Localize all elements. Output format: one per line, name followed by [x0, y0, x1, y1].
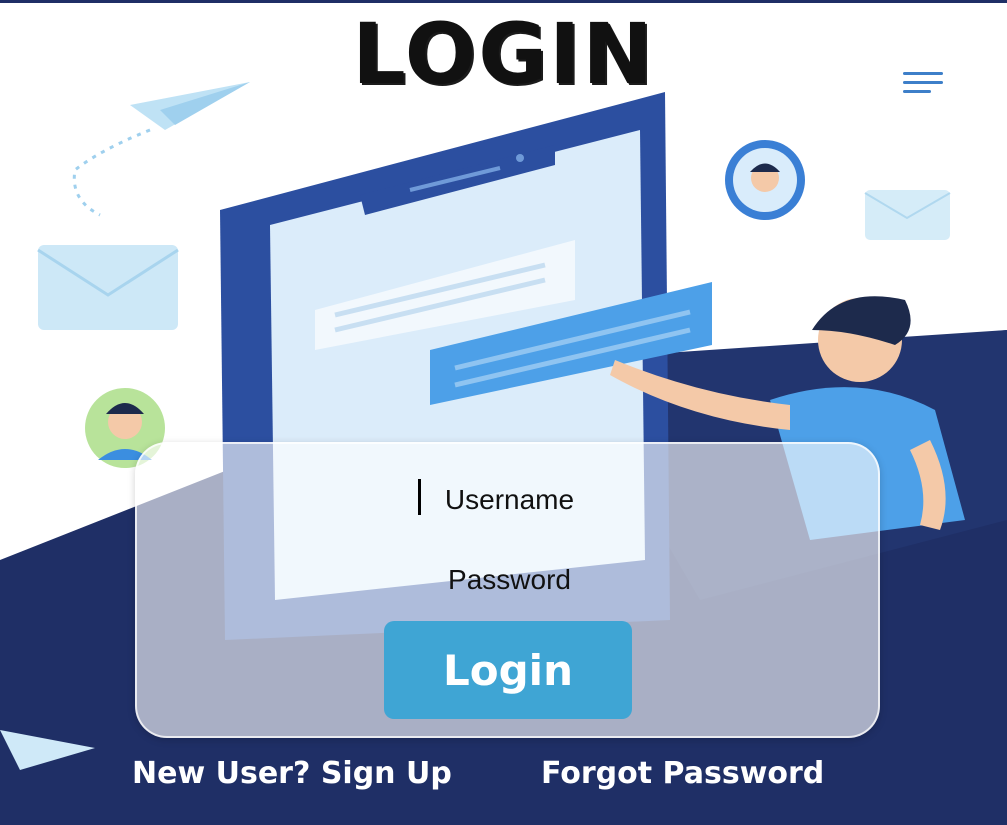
login-button[interactable]: Login: [384, 621, 632, 719]
envelope-icon-right: [864, 190, 951, 240]
envelope-icon: [37, 245, 179, 330]
hamburger-menu-icon[interactable]: [903, 70, 947, 96]
top-border: [0, 0, 1007, 3]
text-cursor: [418, 479, 421, 515]
paper-plane-icon: [72, 82, 250, 217]
signup-link[interactable]: New User? Sign Up: [132, 756, 452, 791]
forgot-password-link[interactable]: Forgot Password: [541, 756, 824, 791]
avatar-icon-right: [725, 140, 805, 220]
page-title: LOGIN: [352, 5, 655, 103]
username-field[interactable]: [137, 469, 882, 531]
password-field[interactable]: [137, 549, 882, 611]
